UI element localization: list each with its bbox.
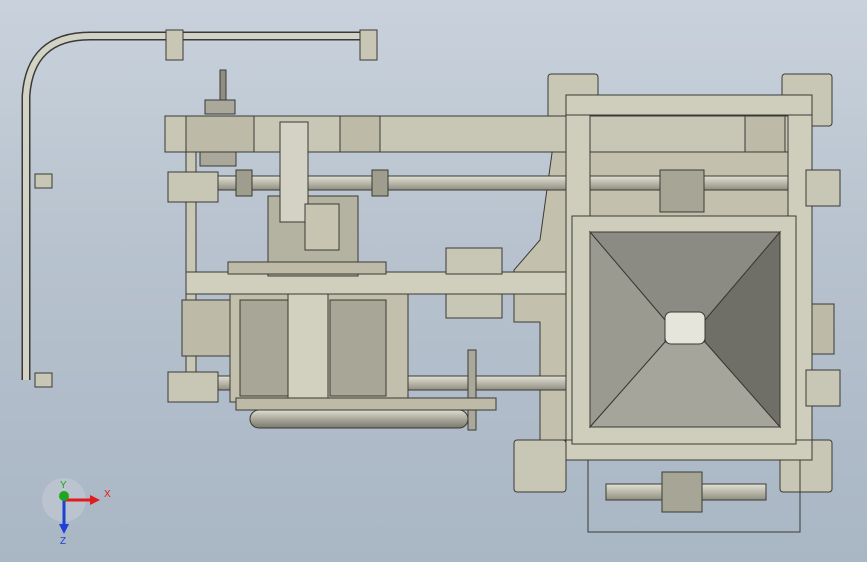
handrail-bracket [34,173,53,189]
y-axis-label: Y [60,480,67,491]
x-axis-label: X [104,489,111,500]
hopper-outlet [664,311,706,345]
machine-top-view-drawing: X Y Z [21,29,841,547]
rod-end-block [805,369,841,407]
bearing-block [659,169,705,213]
hopper [571,215,797,445]
bottom-drive [587,459,801,533]
cylinder [279,121,309,223]
mount-plate [445,247,503,275]
top-frame-beam [164,115,806,153]
handrail-bracket [165,29,184,61]
cad-viewport[interactable]: X Y Z [0,0,867,562]
lower-roller [249,409,469,429]
rod-end-block [805,169,841,207]
side-bracket [181,299,233,357]
handrail-bracket [359,29,378,61]
rod-end-block [167,371,219,403]
y-axis-dot [59,491,69,501]
z-axis-label: Z [60,536,66,547]
handrail-bracket [34,372,53,388]
mount-plate [445,293,503,319]
coordinate-triad: X Y Z [42,478,111,547]
rod-end-block [167,171,219,203]
mounting-foot [513,439,567,493]
carriage-assembly [227,121,409,403]
motor-mount [185,115,255,153]
